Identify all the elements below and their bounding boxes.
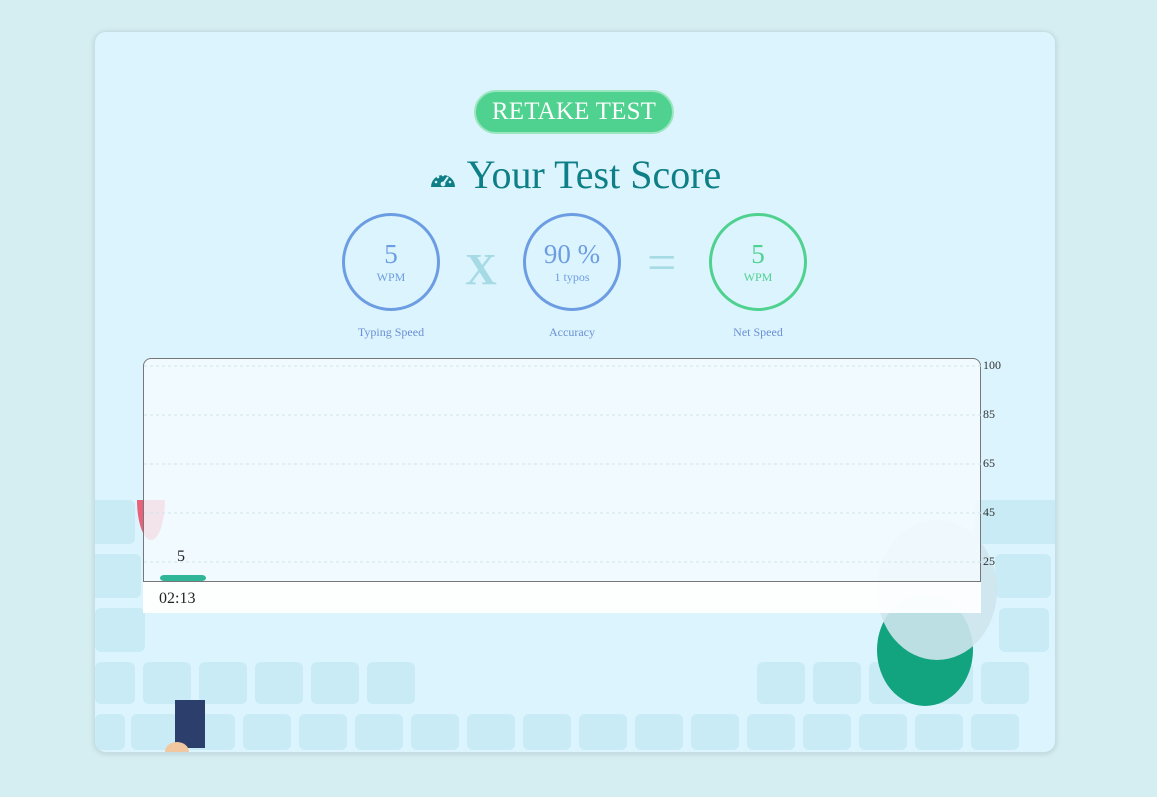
typing-speed-value: 5 [384, 239, 398, 269]
bar-value-label: 5 [177, 548, 185, 565]
accuracy-stat: 90 % 1 typos Accuracy [520, 213, 624, 340]
y-tick-label: 45 [983, 505, 995, 519]
chart-bar[interactable] [160, 575, 206, 581]
y-tick-label: 85 [983, 407, 995, 421]
y-tick-label: 25 [983, 554, 995, 568]
net-speed-circle: 5 WPM [709, 213, 807, 311]
typing-speed-stat: 5 WPM Typing Speed [339, 213, 443, 340]
y-tick-label: 100 [983, 358, 1001, 372]
accuracy-typos: 1 typos [554, 270, 590, 284]
title-text: Your Test Score [466, 152, 722, 197]
accuracy-caption: Accuracy [549, 325, 595, 339]
retake-test-button[interactable]: RETAKE TEST [474, 90, 674, 134]
net-speed-value: 5 [751, 239, 765, 269]
equals-sign: = [647, 235, 677, 292]
chart-plot-area [144, 365, 982, 581]
multiply-sign: X [465, 245, 497, 294]
page-title: Your Test Score [95, 150, 1055, 200]
typing-speed-caption: Typing Speed [357, 325, 425, 339]
accuracy-value: 90 % [543, 239, 601, 269]
x-tick-label: 02:13 [159, 590, 196, 607]
typing-speed-unit: WPM [376, 270, 406, 284]
typing-speed-circle: 5 WPM [342, 213, 440, 311]
results-card: RETAKE TEST Your Test Score 5 WPM Typing… [94, 31, 1056, 753]
net-speed-unit: WPM [743, 270, 773, 284]
y-tick-label: 65 [983, 456, 995, 470]
net-speed-stat: 5 WPM Net Speed [706, 213, 810, 340]
net-speed-caption: Net Speed [733, 325, 783, 339]
chart-x-axis: 02:13 [143, 582, 981, 613]
speed-chart [143, 358, 982, 582]
accuracy-circle: 90 % 1 typos [523, 213, 621, 311]
gauge-icon [429, 151, 457, 201]
